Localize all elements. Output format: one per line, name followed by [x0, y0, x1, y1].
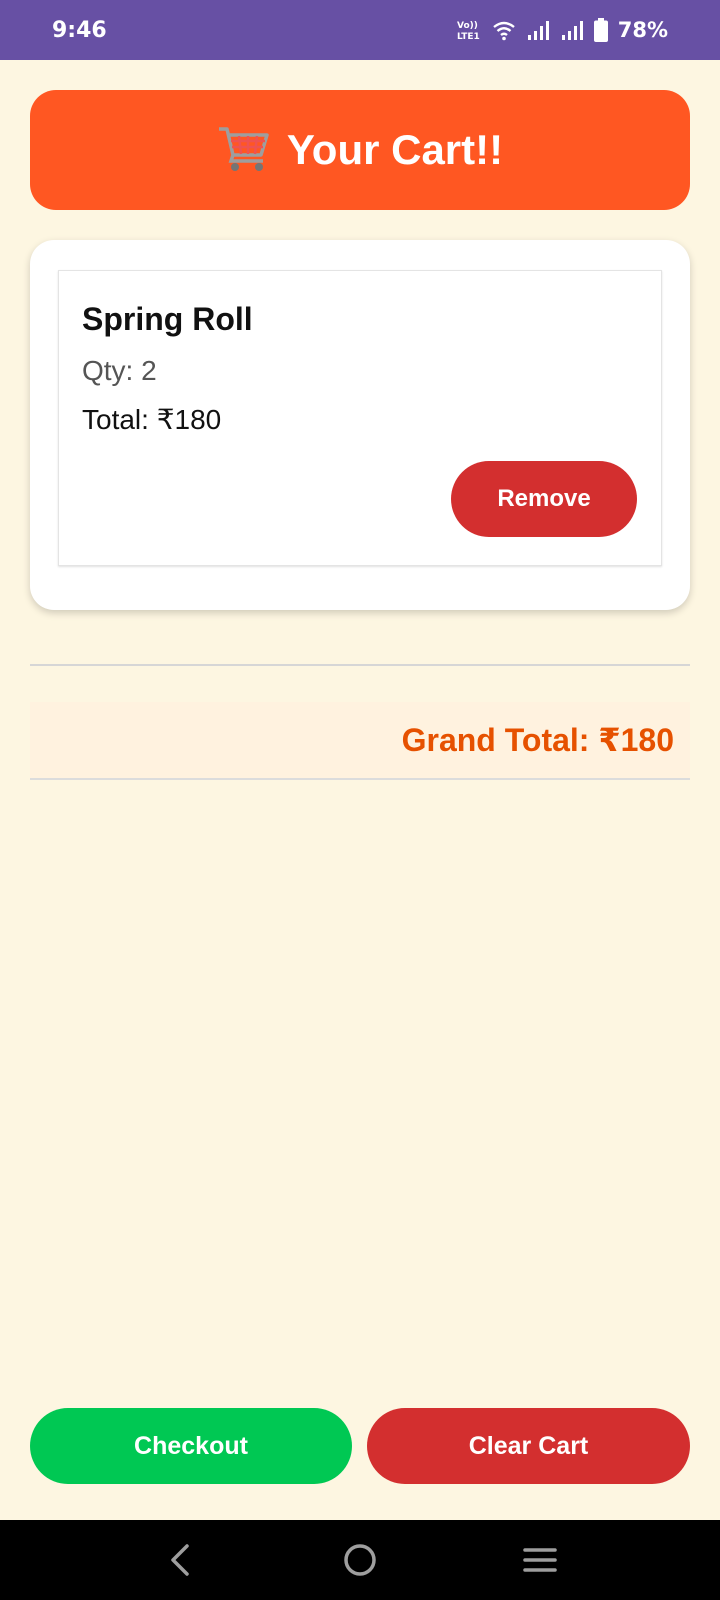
checkout-button[interactable]: Checkout [30, 1408, 352, 1484]
cart-item: Spring Roll Qty: 2 Total: ₹180 Remove [58, 270, 662, 566]
cart-list: Spring Roll Qty: 2 Total: ₹180 Remove [30, 240, 690, 610]
item-total: Total: ₹180 [82, 404, 222, 435]
status-bar: 9:46 Vo)) LTE1 78% [0, 0, 720, 60]
signal-icon [560, 19, 584, 41]
home-icon[interactable] [320, 1530, 400, 1590]
back-icon[interactable] [140, 1530, 220, 1590]
battery-icon [593, 18, 608, 42]
item-quantity: Qty: 2 [82, 355, 157, 386]
item-name: Spring Roll [82, 301, 253, 337]
menu-icon[interactable] [500, 1530, 580, 1590]
divider [30, 664, 690, 666]
signal-icon [526, 19, 550, 41]
status-icons: Vo)) LTE1 78% [456, 18, 668, 42]
shopping-cart-icon [217, 123, 271, 178]
cart-header: Your Cart!! [30, 90, 690, 210]
grand-total: Grand Total: ₹180 [401, 722, 674, 758]
page-title: Your Cart!! [286, 126, 504, 173]
battery-percent: 78% [617, 18, 668, 42]
status-time: 9:46 [52, 17, 107, 43]
svg-text:LTE1: LTE1 [457, 32, 480, 41]
svg-text:Vo)): Vo)) [457, 21, 478, 31]
remove-button[interactable]: Remove [451, 461, 637, 537]
clear-cart-button[interactable]: Clear Cart [367, 1408, 690, 1484]
wifi-icon [492, 19, 516, 41]
volte-icon: Vo)) LTE1 [456, 19, 482, 41]
grand-total-bar: Grand Total: ₹180 [30, 702, 690, 780]
navigation-bar [0, 1520, 720, 1600]
